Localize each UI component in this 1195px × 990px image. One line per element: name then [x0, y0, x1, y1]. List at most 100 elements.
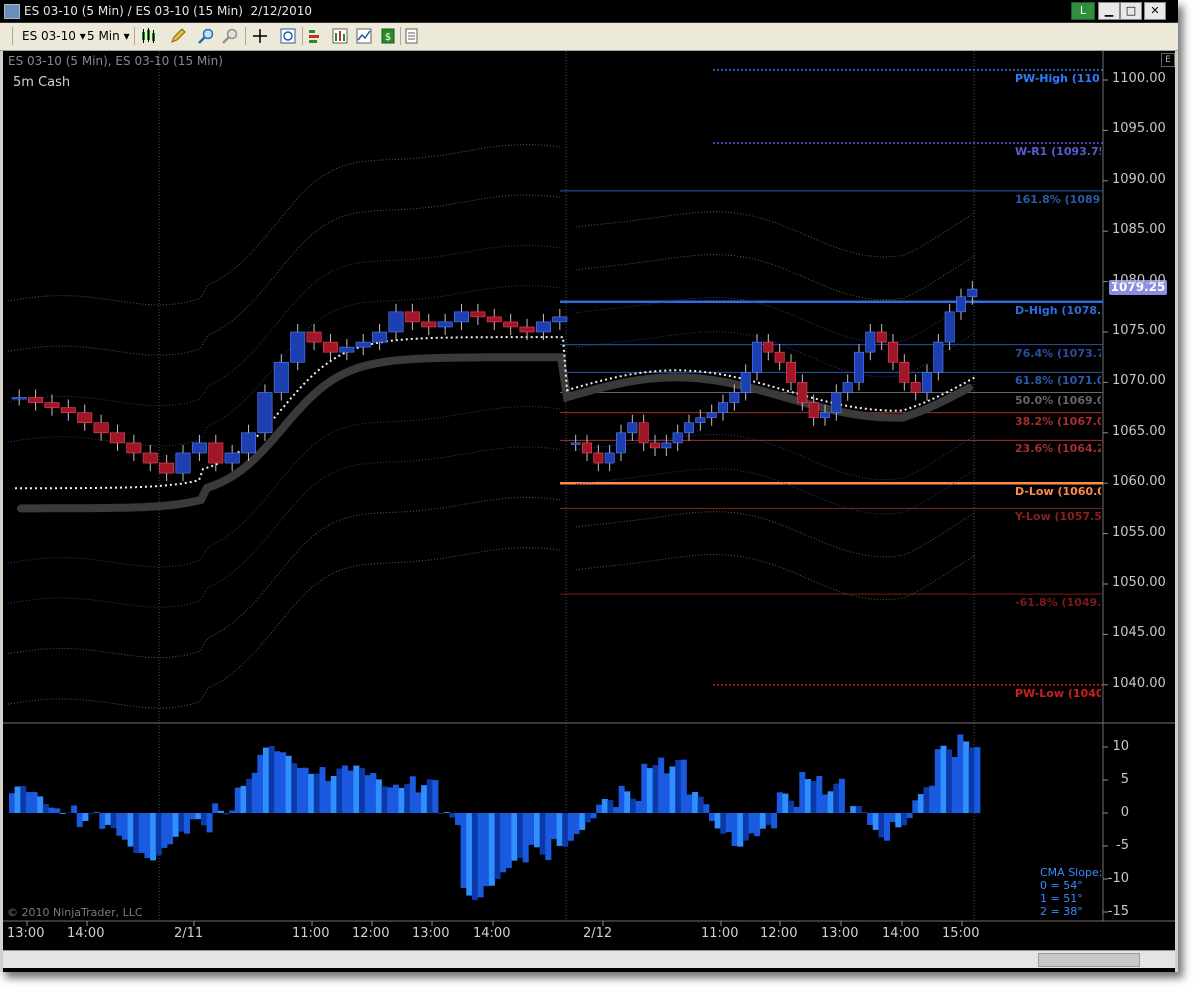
price-level-label: -61.8% (1049.0 [1015, 596, 1101, 610]
envelope-band [7, 285, 977, 447]
title-bar[interactable]: ES 03-10 (5 Min) / ES 03-10 (15 Min) 2/1… [0, 0, 1178, 23]
indicator-bar [251, 772, 258, 813]
indicator-bar [48, 807, 55, 813]
indicator-bar [663, 773, 670, 813]
price-axis-label: 1080.00 [1112, 272, 1166, 288]
indicator-bar [669, 766, 676, 813]
svg-text:$: $ [385, 32, 391, 43]
indicator-bar [460, 813, 467, 888]
time-axis-label: 11:00 [292, 926, 330, 941]
candle [582, 442, 592, 454]
chart-canvas [3, 51, 1175, 926]
indicator-bar [968, 747, 975, 813]
data-box-icon[interactable] [280, 28, 296, 44]
candle [876, 331, 887, 343]
link-button[interactable]: L [1071, 2, 1095, 20]
instrument-label: ES 03-10 [22, 29, 76, 43]
horizontal-scrollbar[interactable] [3, 950, 1175, 968]
indicator-bar [421, 785, 428, 813]
minimize-button[interactable]: ▁ [1098, 2, 1120, 20]
candle [752, 341, 762, 373]
candle [820, 412, 830, 418]
candle [470, 311, 486, 318]
indicator-bar [206, 813, 213, 833]
instrument-selector[interactable]: ES 03-10 ▾ [22, 26, 86, 46]
indicator-bar [296, 768, 303, 813]
interval-selector[interactable]: 5 Min ▾ [87, 26, 130, 46]
indicator-bar [917, 794, 924, 813]
chart-window: ES 03-10 (5 Min) / ES 03-10 (15 Min) 2/1… [0, 0, 1178, 972]
indicator-bar [765, 813, 772, 825]
price-axis-label: 1045.00 [1112, 625, 1166, 641]
indicator-bar [946, 749, 953, 813]
indicator-bar [517, 813, 524, 858]
candle [967, 288, 978, 298]
zoom-in-icon[interactable] [198, 28, 214, 44]
scrollbar-thumb[interactable] [1038, 953, 1140, 967]
draw-pencil-icon[interactable] [170, 28, 186, 44]
envelope-band [7, 144, 977, 306]
indicators-icon[interactable] [332, 28, 348, 44]
chart-style-icon[interactable] [356, 28, 372, 44]
time-axis-label: 14:00 [67, 926, 105, 941]
price-axis-label: 1070.00 [1112, 373, 1166, 389]
price-level-label: D-Low (1060.00 [1015, 485, 1101, 499]
notes-icon[interactable] [404, 28, 420, 44]
chart-corner-button[interactable]: E [1161, 53, 1175, 67]
indicator-bar [534, 813, 540, 848]
candle [535, 321, 551, 333]
envelope-band [7, 446, 977, 608]
properties-icon[interactable]: $ [380, 28, 396, 44]
price-chart[interactable]: ES 03-10 (5 Min), ES 03-10 (15 Min) 5m C… [3, 51, 1175, 972]
price-level-label: D-High (1078.00 [1015, 303, 1101, 317]
indicator-bar [596, 804, 603, 813]
candle [684, 422, 694, 434]
indicator-bar [291, 763, 298, 813]
indicator-bar [302, 767, 309, 813]
indicator-bar [974, 747, 981, 813]
price-level-label: 50.0% (1069.00 [1015, 394, 1101, 408]
candle [339, 346, 355, 353]
time-axis-label: 13:00 [821, 926, 859, 941]
indicator-bar [934, 749, 941, 813]
strategies-icon[interactable] [308, 28, 324, 44]
candle [740, 372, 751, 393]
indicator-bar [776, 792, 783, 813]
candle [175, 452, 191, 474]
indicator-bar [624, 791, 631, 813]
indicator-bar [607, 800, 614, 813]
indicator-bar [449, 813, 456, 818]
indicator-bar [895, 813, 902, 828]
crosshair-icon[interactable] [252, 28, 268, 44]
indicator-bar [556, 813, 563, 846]
indicator-bar [833, 783, 840, 813]
candle [273, 361, 289, 393]
indicator-bar [313, 773, 320, 813]
indicator-bar [844, 812, 851, 813]
indicator-bar [138, 813, 145, 853]
indicator-bar [805, 779, 811, 813]
indicator-bar [658, 757, 665, 813]
time-axis-label: 14:00 [473, 926, 511, 941]
price-axis-label: 1040.00 [1112, 675, 1166, 691]
candle [159, 462, 175, 474]
indicator-bar [99, 813, 106, 829]
indicator-bar [471, 813, 478, 901]
price-axis-label: 1100.00 [1112, 71, 1166, 86]
indicator-bar [703, 804, 710, 813]
candle [322, 341, 338, 353]
maximize-button[interactable]: □ [1120, 2, 1142, 20]
indicator-bar [737, 813, 744, 847]
time-axis-label: 12:00 [760, 926, 798, 941]
candle [661, 442, 672, 449]
indicator-bar [601, 799, 608, 813]
candle [865, 331, 876, 353]
candle [718, 402, 728, 413]
candle [77, 412, 93, 424]
indicator-bar [347, 770, 354, 813]
close-button[interactable]: ✕ [1144, 2, 1166, 20]
indicator-bar [223, 813, 230, 815]
price-axis-label: 1095.00 [1112, 121, 1166, 137]
bar-type-icon[interactable] [141, 28, 157, 44]
zoom-out-icon[interactable] [222, 28, 238, 44]
